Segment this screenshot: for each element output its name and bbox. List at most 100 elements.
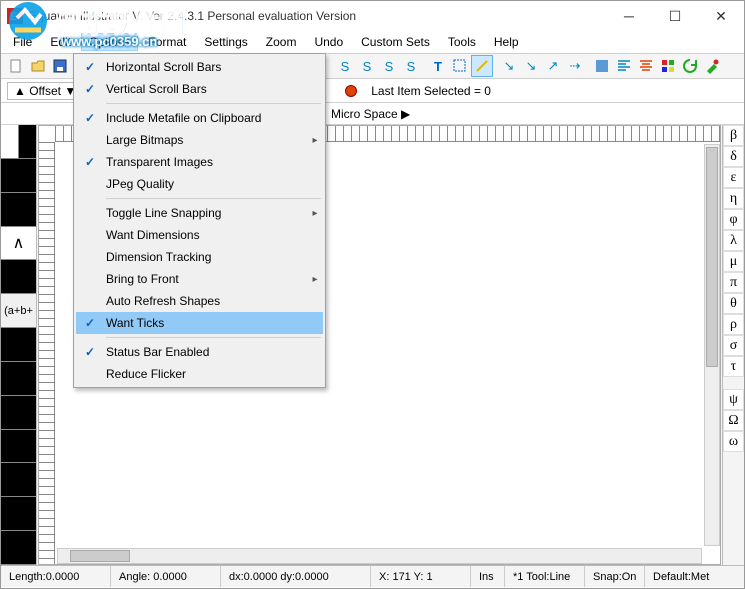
opt-auto-refresh[interactable]: Auto Refresh Shapes [76,290,323,312]
palette-black-7[interactable] [1,430,36,464]
sym-delta[interactable]: δ [723,146,744,167]
vertical-scrollbar[interactable] [704,144,720,546]
sym-rho[interactable]: ρ [723,314,744,335]
h-scroll-thumb[interactable] [70,550,130,562]
sym-psi[interactable]: ψ [723,389,744,410]
opt-dimension-tracking[interactable]: Dimension Tracking [76,246,323,268]
tool-color[interactable] [591,55,613,77]
status-length: Length:0.0000 [1,566,111,587]
statusbar: Length:0.0000 Angle: 0.0000 dx:0.0000 dy… [1,565,744,587]
menu-custom-sets[interactable]: Custom Sets [353,33,438,51]
offset-control[interactable]: ▲ Offset ▼ [7,82,83,100]
menu-settings[interactable]: Settings [196,33,255,51]
palette-wedge-symbol[interactable]: ∧ [1,227,36,261]
opt-status-bar[interactable]: ✓Status Bar Enabled [76,341,323,363]
micro-space-control[interactable]: Micro Space ▶ [331,107,410,121]
menu-help[interactable]: Help [486,33,527,51]
check-icon: ✓ [76,82,104,96]
sym-epsilon[interactable]: ε [723,167,744,188]
tool-grid[interactable] [657,55,679,77]
opt-vertical-scroll[interactable]: ✓Vertical Scroll Bars [76,78,323,100]
palette-black-4[interactable] [1,328,36,362]
opt-horizontal-scroll[interactable]: ✓Horizontal Scroll Bars [76,56,323,78]
menu-options[interactable]: Options [81,33,138,51]
check-icon: ✓ [76,155,104,169]
sym-theta[interactable]: θ [723,293,744,314]
opt-want-ticks[interactable]: ✓Want Ticks [76,312,323,334]
status-snap: Snap:On [585,566,645,587]
sym-pi[interactable]: π [723,272,744,293]
opt-large-bitmaps[interactable]: Large Bitmaps▸ [76,129,323,151]
tool-s4[interactable]: S [400,55,422,77]
tool-select[interactable] [449,55,471,77]
palette-expr-label[interactable]: (a+b+ [1,294,36,328]
tool-refresh[interactable] [679,55,701,77]
palette-black-10[interactable] [1,531,36,565]
menu-edit[interactable]: Edit [42,33,79,51]
tool-align-left[interactable] [613,55,635,77]
menu-separator [106,103,321,104]
menu-file[interactable]: File [5,33,40,51]
tool-arrow3[interactable]: ↗ [542,55,564,77]
palette-black-5[interactable] [1,362,36,396]
tool-s1[interactable]: S [334,55,356,77]
palette-black-1[interactable] [1,159,36,193]
sym-lambda[interactable]: λ [723,230,744,251]
opt-toggle-snapping[interactable]: Toggle Line Snapping▸ [76,202,323,224]
palette-black-3[interactable] [1,260,36,294]
check-icon: ✓ [76,345,104,359]
palette-black-9[interactable] [1,497,36,531]
sym-phi[interactable]: φ [723,209,744,230]
sym-sigma[interactable]: σ [723,335,744,356]
opt-want-dimensions[interactable]: Want Dimensions [76,224,323,246]
opt-transparent-images[interactable]: ✓Transparent Images [76,151,323,173]
right-palette: β δ ε η φ λ μ π θ ρ σ τ ψ Ω ω [722,125,744,565]
menu-tools[interactable]: Tools [440,33,484,51]
submenu-arrow-icon: ▸ [307,135,323,146]
tool-line[interactable] [471,55,493,77]
palette-wedge[interactable] [1,125,36,159]
tool-text[interactable]: T [427,55,449,77]
tool-s3[interactable]: S [378,55,400,77]
opt-include-metafile[interactable]: ✓Include Metafile on Clipboard [76,107,323,129]
close-button[interactable]: ✕ [698,1,744,31]
vertical-ruler [39,142,55,564]
menu-zoom[interactable]: Zoom [258,33,305,51]
last-item-selected-label: Last Item Selected = 0 [371,84,491,98]
menu-format[interactable]: Format [140,33,194,51]
minimize-button[interactable]: ─ [606,1,652,31]
tool-arrow1[interactable]: ↘ [498,55,520,77]
palette-black-2[interactable] [1,193,36,227]
tool-arrow2[interactable]: ↘ [520,55,542,77]
opt-bring-to-front[interactable]: Bring to Front▸ [76,268,323,290]
v-scroll-thumb[interactable] [706,147,718,367]
tool-open[interactable] [27,55,49,77]
tool-s2[interactable]: S [356,55,378,77]
window-title: Equation Illustrator V. Ver 2.4.3.1 Pers… [29,9,356,23]
tool-align-center[interactable] [635,55,657,77]
status-tool: *1 Tool:Line [505,566,585,587]
opt-jpeg-quality[interactable]: JPeg Quality [76,173,323,195]
horizontal-scrollbar[interactable] [57,548,702,564]
menu-undo[interactable]: Undo [306,33,351,51]
sym-mu[interactable]: μ [723,251,744,272]
tool-new[interactable] [5,55,27,77]
palette-black-6[interactable] [1,396,36,430]
sym-tau[interactable]: τ [723,356,744,377]
status-angle: Angle: 0.0000 [111,566,221,587]
sym-beta[interactable]: β [723,125,744,146]
submenu-arrow-icon: ▸ [307,208,323,219]
app-icon: E [7,8,23,24]
tool-arrow4[interactable]: ⇢ [564,55,586,77]
palette-black-8[interactable] [1,463,36,497]
tool-tools[interactable] [701,55,723,77]
svg-text:E: E [10,11,17,23]
sym-omega[interactable]: ω [723,431,744,452]
sym-eta[interactable]: η [723,188,744,209]
opt-reduce-flicker[interactable]: Reduce Flicker [76,363,323,385]
titlebar: E Equation Illustrator V. Ver 2.4.3.1 Pe… [1,1,744,31]
sym-Omega[interactable]: Ω [723,410,744,431]
tool-save[interactable] [49,55,71,77]
check-icon: ✓ [76,60,104,74]
maximize-button[interactable]: ☐ [652,1,698,31]
